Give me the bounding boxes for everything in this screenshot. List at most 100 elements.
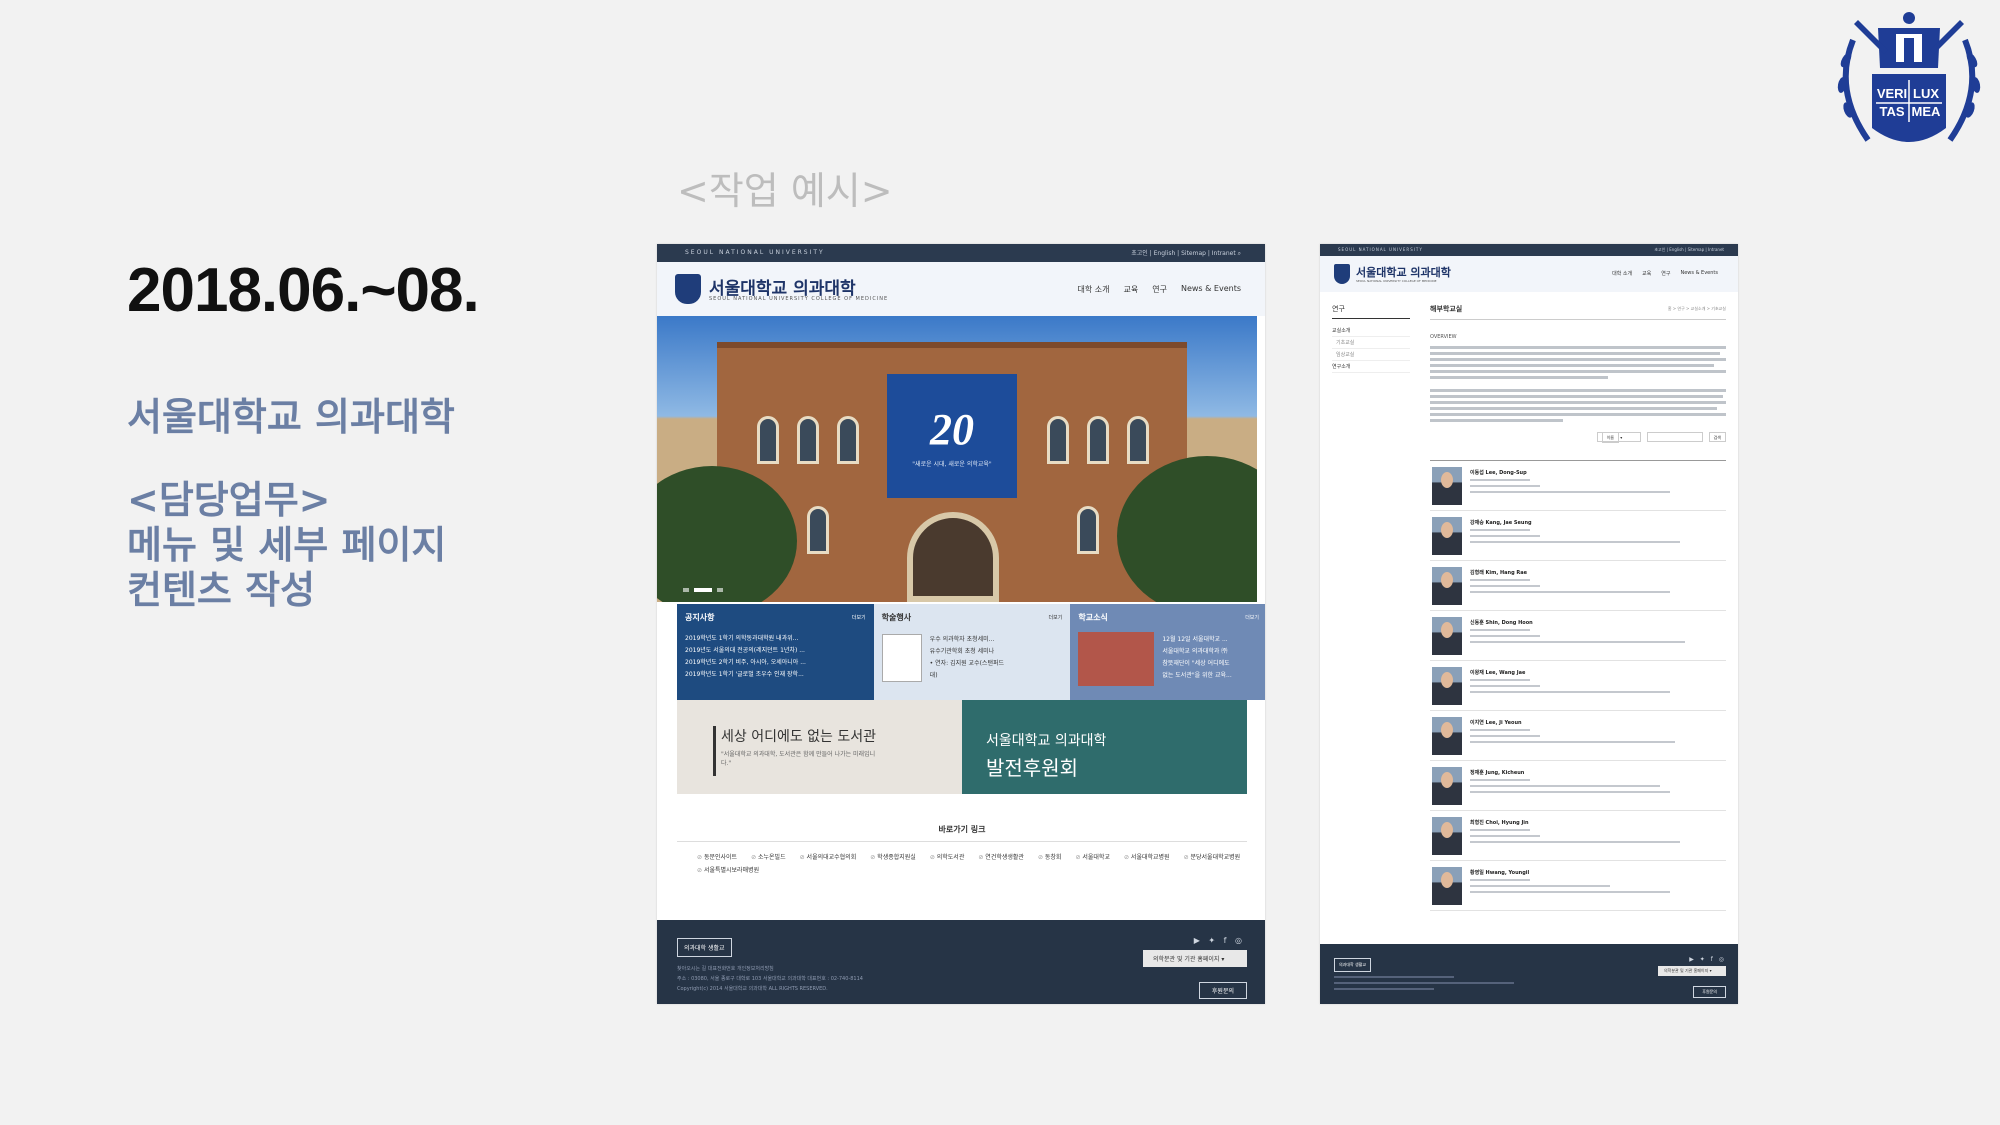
list-item[interactable]: 우수 의과학자 초청세미... xyxy=(930,634,1050,642)
card-notices[interactable]: 공지사항 더보기 2019학년도 1학기 의학동과대학원 내과위... 2019… xyxy=(677,604,874,700)
topbar-links[interactable]: 초고인 | English | Sitemap | Intranet ⌕ xyxy=(1131,248,1241,258)
side-menu-item[interactable]: 교실소개 xyxy=(1332,325,1410,337)
faculty-name: 신동훈 Shin, Dong Hoon xyxy=(1470,620,1533,626)
site-name[interactable]: 서울대학교 의과대학 xyxy=(1356,264,1451,280)
nav-item-about[interactable]: 대학 소개 xyxy=(1612,270,1632,277)
social-icons[interactable]: ▶ ✦ f ◎ xyxy=(1689,956,1726,963)
card-title: 학술행사 xyxy=(881,613,912,622)
main-nav: 대학 소개 교육 연구 News & Events xyxy=(1612,270,1718,277)
footer-site-select[interactable]: 의학분관 및 기관 홈페이지 ▾ xyxy=(1658,966,1726,976)
promo-row: 세상 어디에도 없는 도서관 "서울대학교 의과대학, 도서관은 함께 만들어 … xyxy=(677,700,1247,794)
footer-site-select[interactable]: 의학분관 및 기관 홈페이지 ▾ xyxy=(1143,950,1247,967)
quick-link[interactable]: 서울특별시보라매병원 xyxy=(697,865,759,874)
promo-library-sub: "서울대학교 의과대학, 도서관은 함께 만들어 나가는 미래입니다." xyxy=(721,751,876,767)
faculty-name: 강재승 Kang, Jae Seung xyxy=(1470,520,1532,526)
site-subtitle: SEOUL NATIONAL UNIVERSITY COLLEGE OF MED… xyxy=(709,296,889,302)
role-block: <담당업무> 메뉴 및 세부 페이지 컨텐츠 작성 xyxy=(127,478,446,613)
search-icon[interactable]: ⌕ xyxy=(1238,250,1241,257)
quick-link[interactable]: 연건학생생활관 xyxy=(978,852,1024,861)
quick-link[interactable]: 학생종합지원실 xyxy=(870,852,916,861)
news-cards-row: 공지사항 더보기 2019학년도 1학기 의학동과대학원 내과위... 2019… xyxy=(677,604,1265,700)
promo-library[interactable]: 세상 어디에도 없는 도서관 "서울대학교 의과대학, 도서관은 함께 만들어 … xyxy=(677,700,962,794)
footer-button[interactable]: 의과대학 생활교 xyxy=(1334,958,1372,972)
faculty-list: 이동섭 Lee, Dong-Sup 강재승 Kang, Jae Seung 김형… xyxy=(1430,460,1726,911)
nav-item-news[interactable]: News & Events xyxy=(1680,270,1718,277)
nav-item-education[interactable]: 교육 xyxy=(1124,284,1139,295)
quick-link[interactable]: 분당서울대학교병원 xyxy=(1184,852,1241,861)
card-title: 학교소식 xyxy=(1078,613,1108,622)
quick-link[interactable]: 서울대학교 xyxy=(1075,852,1110,861)
promo-development-fund[interactable]: 서울대학교 의과대학 발전후원회 xyxy=(962,700,1247,794)
list-item[interactable]: 2019학년도 1학기 의학동과대학원 내과위... xyxy=(685,633,866,641)
hero-slider[interactable]: 20 "새로운 시대, 새로운 의학교육" xyxy=(657,316,1257,602)
topbar-university-text: SEOUL NATIONAL UNIVERSITY xyxy=(1338,247,1423,252)
faculty-photo xyxy=(1432,617,1462,655)
faculty-item[interactable]: 강재승 Kang, Jae Seung xyxy=(1430,511,1726,561)
chevron-down-icon: ▾ xyxy=(1221,956,1225,963)
breadcrumb[interactable]: 홈 > 연구 > 교실소개 > 기초교실 xyxy=(1668,306,1726,312)
quick-links-title: 바로가기 링크 xyxy=(677,824,1247,842)
footer-button[interactable]: 의과대학 생활교 xyxy=(677,938,732,957)
nav-item-education[interactable]: 교육 xyxy=(1642,270,1651,277)
more-link[interactable]: 더보기 xyxy=(852,614,866,621)
faculty-photo xyxy=(1432,467,1462,505)
more-link[interactable]: 더보기 xyxy=(1245,614,1259,621)
social-icons[interactable]: ▶ ✦ f ◎ xyxy=(1194,936,1245,945)
faculty-item[interactable]: 신동훈 Shin, Dong Hoon xyxy=(1430,611,1726,661)
side-menu-item[interactable]: 임상교실 xyxy=(1332,349,1410,361)
faculty-item[interactable]: 황영일 Hwang, Youngil xyxy=(1430,861,1726,911)
side-menu-item[interactable]: 기초교실 xyxy=(1332,337,1410,349)
faculty-item[interactable]: 정재훈 Jung, Kicheun xyxy=(1430,761,1726,811)
banner-text: "새로운 시대, 새로운 의학교육" xyxy=(912,461,992,468)
search-button[interactable]: 검색 xyxy=(1708,432,1726,442)
homepage-mockup: SEOUL NATIONAL UNIVERSITY 초고인 | English … xyxy=(657,244,1265,1004)
list-item[interactable]: 12월 12일 서울대학교 ... xyxy=(1162,634,1252,642)
quick-link[interactable]: 동문인사이트 xyxy=(697,852,737,861)
list-item: 유수기관학회 초청 세미나 xyxy=(929,648,995,654)
faculty-name: 김형래 Kim, Hang Rae xyxy=(1470,570,1528,576)
nav-item-about[interactable]: 대학 소개 xyxy=(1078,284,1110,295)
site-subtitle: SEOUL NATIONAL UNIVERSITY COLLEGE OF MED… xyxy=(1356,279,1437,283)
card-school-news[interactable]: 학교소식 더보기 12월 12일 서울대학교 ... 서울대학교 의과대학과 ㈜… xyxy=(1070,604,1265,700)
nav-item-research[interactable]: 연구 xyxy=(1661,270,1670,277)
search-select[interactable]: 이름 ▾ xyxy=(1596,432,1641,443)
more-link[interactable]: 더보기 xyxy=(1049,614,1063,621)
emblem-icon xyxy=(1334,264,1350,284)
quick-link[interactable]: 동창회 xyxy=(1038,852,1062,861)
list-item[interactable]: 2019학년도 2학기 비주, 아시아, 오세아니아 ... xyxy=(685,657,866,665)
faculty-item[interactable]: 최형진 Choi, Hyung Jin xyxy=(1430,811,1726,861)
footer-donate-button[interactable]: 후원문의 xyxy=(1198,982,1247,999)
list-item[interactable]: 2019학년도 1학기 '글로벌 조우수 인재 장학... xyxy=(685,669,866,677)
quick-link[interactable]: 서울의대교수협의회 xyxy=(800,852,857,861)
search-input[interactable] xyxy=(1646,432,1703,442)
top-utility-bar: SEOUL NATIONAL UNIVERSITY 초고인 | English … xyxy=(657,244,1265,262)
nav-item-news[interactable]: News & Events xyxy=(1181,284,1241,295)
list-item: 서울대학교 의과대학과 ㈜ xyxy=(1162,648,1228,654)
quick-link[interactable]: 서울대학교병원 xyxy=(1124,852,1170,861)
card-academic-events[interactable]: 학술행사 더보기 우수 의과학자 초청세미... 유수기관학회 초청 세미나 •… xyxy=(873,604,1071,700)
site-header: 서울대학교 의과대학 SEOUL NATIONAL UNIVERSITY COL… xyxy=(1320,256,1738,292)
detail-page-mockup: SEOUL NATIONAL UNIVERSITY 초고인 | English … xyxy=(1320,244,1738,1004)
faculty-item[interactable]: 김형래 Kim, Hang Rae xyxy=(1430,561,1726,611)
card-title: 공지사항 xyxy=(685,613,715,622)
faculty-item[interactable]: 이왕재 Lee, Wang Jae xyxy=(1430,661,1726,711)
side-menu-item[interactable]: 연구소개 xyxy=(1332,361,1410,373)
list-item: 대) xyxy=(929,672,938,678)
footer-links[interactable]: 찾아오시는 길 대표전화번호 개인정보처리방침 xyxy=(677,964,863,974)
site-footer: 의과대학 생활교 찾아오시는 길 대표전화번호 개인정보처리방침 주소 : 03… xyxy=(657,920,1265,1004)
quick-link[interactable]: 소누온빌드 xyxy=(751,852,786,861)
list-item: 없는 도서관"을 위한 교육... xyxy=(1162,672,1232,678)
nav-item-research[interactable]: 연구 xyxy=(1152,284,1167,295)
quick-link[interactable]: 의학도서관 xyxy=(930,852,965,861)
faculty-name: 이지연 Lee, Ji Yeoun xyxy=(1470,720,1522,726)
faculty-photo xyxy=(1432,717,1462,755)
topbar-links[interactable]: 초고인 | English | Sitemap | Intranet xyxy=(1654,247,1724,253)
logo-text-veri: VERI xyxy=(1877,86,1907,101)
faculty-item[interactable]: 이지연 Lee, Ji Yeoun xyxy=(1430,711,1726,761)
list-item[interactable]: 2019년도 서울의대 전공의(레지던트 1년차) ... xyxy=(685,645,866,653)
faculty-name: 최형진 Choi, Hyung Jin xyxy=(1470,820,1529,826)
faculty-item[interactable]: 이동섭 Lee, Dong-Sup xyxy=(1430,461,1726,511)
list-item: • 연자: 김지원 교수(스탠퍼드 xyxy=(929,660,1005,666)
slider-dots[interactable] xyxy=(683,588,723,592)
footer-donate-button[interactable]: 후원문의 xyxy=(1693,986,1726,998)
